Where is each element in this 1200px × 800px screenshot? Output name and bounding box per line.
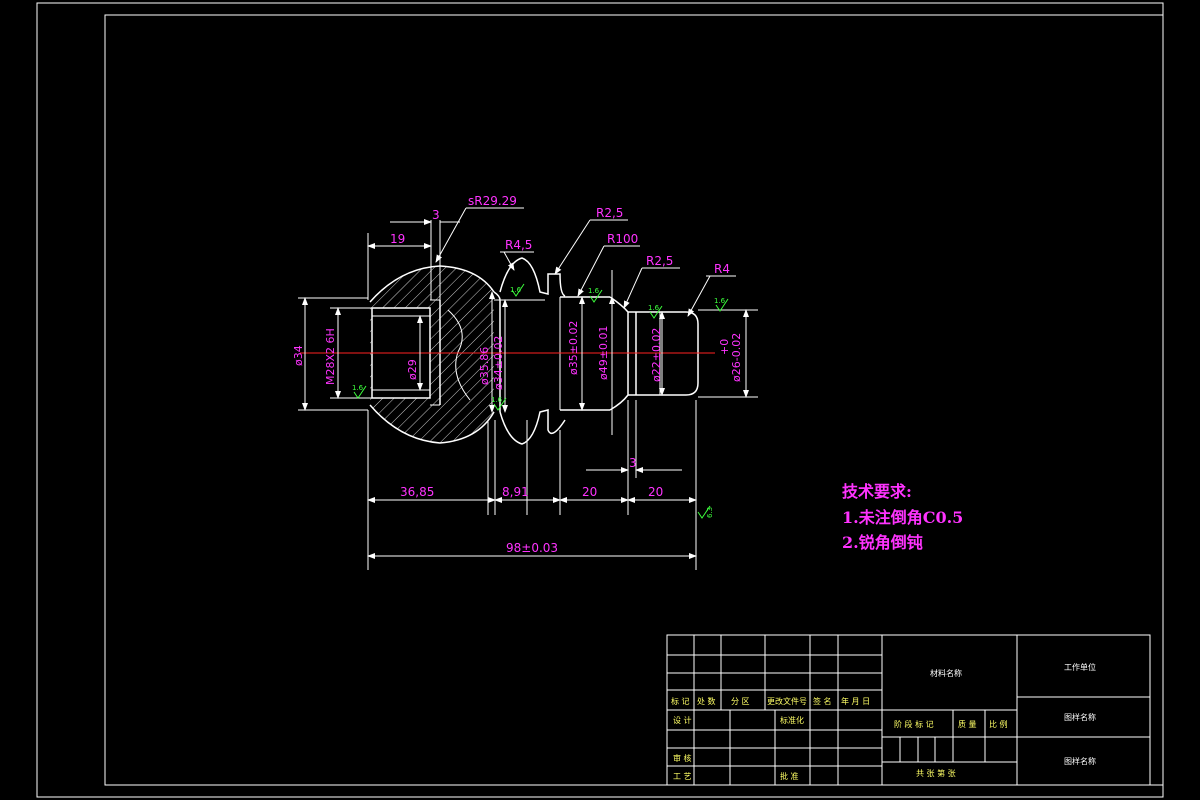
tb-process: 工 艺 (673, 772, 692, 781)
dim-r25-right: R2,5 (646, 254, 673, 268)
ball-section-hatch (370, 266, 494, 443)
tb-drawing-no: 图样名称 (1064, 756, 1096, 766)
dim-20-a: 20 (582, 485, 597, 499)
roughness-3: 1.6 (648, 304, 660, 312)
dim-phi35-tol: ø35±0.02 (567, 321, 580, 375)
notes-title: 技术要求: (842, 482, 912, 501)
dim-3-top: 3 (432, 208, 440, 222)
tb-docno: 更改文件号 (767, 696, 807, 706)
tb-approve: 批 准 (780, 771, 799, 781)
dim-3-bottom: 3 (629, 456, 637, 470)
tb-review: 审 核 (673, 753, 692, 763)
part-outline (369, 257, 699, 445)
roughness-7: 6.3 (706, 507, 714, 518)
tb-company: 工作单位 (1064, 662, 1096, 672)
tb-material: 材料名称 (930, 668, 962, 678)
notes-line-1: 1.未注倒角C0.5 (842, 508, 963, 527)
dim-m28: M28X2 6H (324, 328, 337, 385)
roughness-6: 1.6 (491, 396, 503, 404)
tb-drawing-name: 图样名称 (1064, 712, 1096, 722)
inner-frame (104, 14, 1164, 786)
tb-sign: 签 名 (813, 696, 832, 706)
dim-20-b: 20 (648, 485, 663, 499)
dim-sr: sR29.29 (468, 194, 517, 208)
dim-phi29: ø29 (406, 359, 419, 380)
dim-98: 98±0.03 (506, 541, 558, 555)
notes-line-2: 2.锐角倒钝 (842, 533, 923, 552)
tb-mark: 标 记 (671, 696, 690, 706)
dim-r4: R4 (714, 262, 730, 276)
tb-standard: 标准化 (780, 715, 804, 725)
tb-scale: 比 例 (989, 719, 1008, 729)
dim-phi49: ø49±0.01 (597, 326, 610, 380)
dim-3685: 36,85 (400, 485, 434, 499)
dim-phi3586: ø35.86 (478, 347, 491, 385)
tb-weight: 质 量 (958, 719, 977, 729)
tb-stage: 阶 段 标 记 (894, 719, 934, 729)
dim-891: 8,91 (502, 485, 529, 499)
roughness-4: 1.6 (714, 297, 726, 305)
engineering-drawing: 1.6 1.6 1.6 1.6 1.6 1.6 6.3 sR29.29 3 19… (36, 2, 1164, 798)
tb-date: 年 月 日 (841, 696, 870, 706)
dim-r25-top: R2,5 (596, 206, 623, 220)
dim-r100: R100 (607, 232, 638, 246)
dim-phi22: ø22±0.02 (650, 328, 663, 382)
tb-count: 处 数 (697, 696, 716, 706)
outer-frame (36, 2, 1164, 798)
dim-phi34: ø34 (292, 345, 305, 366)
tb-zone: 分 区 (731, 697, 750, 706)
tb-sheets: 共 张 第 张 (916, 768, 956, 778)
dim-phi34-tol: ø34±0.02 (492, 336, 505, 390)
roughness-5: 1.6 (352, 384, 364, 392)
roughness-2: 1.6 (588, 287, 600, 295)
tb-design: 设 计 (673, 715, 692, 725)
roughness-1: 1.6 (510, 286, 522, 294)
dim-r45: R4,5 (505, 238, 532, 252)
dim-phi26: ø26-0.02 (730, 333, 743, 382)
dim-19: 19 (390, 232, 405, 246)
